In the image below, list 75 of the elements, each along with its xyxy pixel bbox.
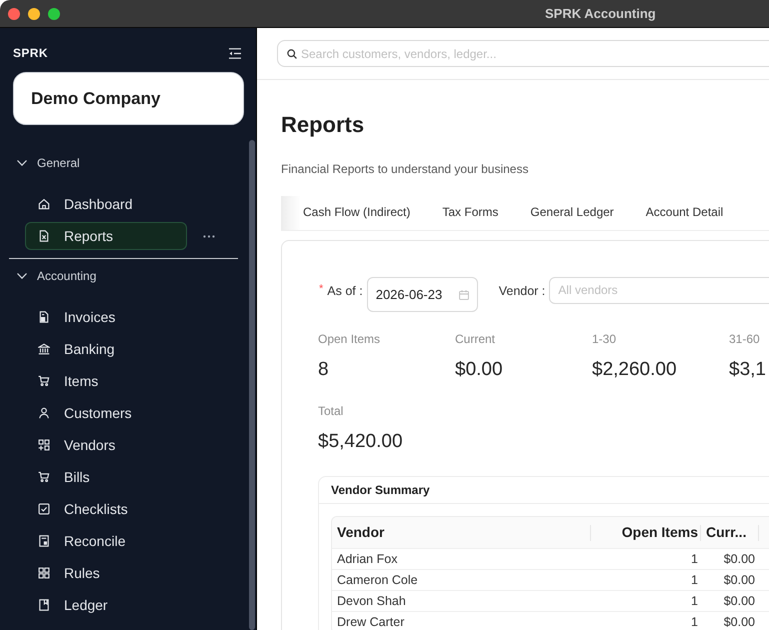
more-icon[interactable] — [203, 234, 215, 238]
maximize-button[interactable] — [48, 8, 60, 20]
nav-item[interactable]: Vendors — [25, 431, 187, 459]
nav-item[interactable]: Items — [25, 367, 187, 395]
tab[interactable]: Account Detail — [630, 196, 740, 230]
file-icon — [38, 230, 50, 242]
file-icon — [38, 311, 50, 323]
table-cell-text: $0.00 — [722, 572, 756, 589]
nav-item[interactable]: Ledger — [25, 591, 187, 619]
group-header[interactable]: General — [0, 151, 256, 175]
column-header[interactable]: Curr... — [701, 517, 759, 548]
minimize-button[interactable] — [28, 8, 40, 20]
user-icon — [38, 407, 50, 419]
column-header[interactable]: Open Items — [591, 517, 701, 548]
close-button[interactable] — [8, 8, 20, 20]
cart-icon — [38, 375, 50, 387]
nav-item[interactable]: Customers — [25, 399, 187, 427]
field-label: As of : — [327, 283, 363, 300]
nav-item[interactable]: Banking — [25, 335, 187, 363]
search-icon — [287, 48, 297, 58]
table-cell-text: Adrian Fox — [336, 551, 398, 568]
scrollbar-thumb[interactable] — [249, 140, 255, 630]
nav-item[interactable]: Checklists — [25, 495, 187, 523]
table-cell-text: $0.00 — [722, 593, 756, 610]
app-brand: SPRK — [13, 46, 48, 60]
table-cell-text: 1 — [690, 593, 699, 610]
bank-icon — [38, 343, 50, 355]
card-title: Vendor Summary — [331, 483, 430, 497]
date-field[interactable]: 2026-06-23 — [366, 277, 478, 312]
tab[interactable]: General Ledger — [514, 196, 630, 230]
table-cell-text: Devon Shah — [336, 593, 407, 610]
home-icon — [38, 198, 50, 210]
nav-item[interactable]: Reports — [25, 222, 187, 250]
page-title: Reports — [281, 111, 366, 139]
nav-item[interactable]: Invoices — [25, 303, 187, 331]
page-subtitle: Financial Reports to understand your business — [281, 161, 530, 177]
column-header[interactable]: Vendor — [332, 517, 591, 548]
nav-item[interactable]: Reconcile — [25, 527, 187, 555]
cart-icon — [38, 471, 50, 483]
table-cell-text: Cameron Cole — [336, 572, 419, 589]
nav-item[interactable]: Rules — [25, 559, 187, 587]
grid-icon — [38, 567, 50, 579]
required-mark: * — [319, 282, 324, 297]
company-button[interactable]: Demo Company — [13, 72, 244, 125]
document-icon — [38, 535, 50, 547]
table-cell-text: 1 — [690, 614, 699, 630]
table-cell-text: $0.00 — [722, 551, 756, 568]
check-square-icon — [38, 503, 50, 515]
window-title: SPRK Accounting — [545, 6, 656, 21]
nav-item[interactable]: Bills — [25, 463, 187, 491]
field-label: Vendor : — [498, 283, 546, 300]
stat-value: 8 — [318, 358, 329, 382]
stat-label: Current — [455, 331, 496, 347]
table-cell-text: 1 — [690, 572, 699, 589]
menu-fold-icon[interactable] — [229, 48, 241, 58]
stat-value: $5,420.00 — [318, 430, 403, 454]
chevron-down-icon — [17, 273, 27, 279]
apps-icon — [38, 439, 50, 451]
stat-value: $0.00 — [455, 358, 503, 382]
stat-label: 1-30 — [592, 331, 616, 347]
stat-value: $2,260.00 — [592, 358, 677, 382]
tab[interactable]: Cash Flow (Indirect) — [287, 196, 426, 230]
nav-item[interactable]: Dashboard — [25, 190, 187, 218]
group-header[interactable]: Accounting — [0, 264, 256, 288]
stat-value: $3,1 — [729, 358, 766, 382]
table-cell-text: 1 — [690, 551, 699, 568]
chevron-down-icon — [17, 160, 27, 166]
table-cell-text: $0.00 — [722, 614, 756, 630]
calendar-icon — [458, 290, 469, 300]
stat-label: Open Items — [318, 331, 380, 347]
table-cell-text: Drew Carter — [336, 614, 406, 630]
book-icon — [38, 599, 50, 611]
tab[interactable]: Tax Forms — [426, 196, 514, 230]
stat-label: 31-60 — [729, 331, 760, 347]
stat-label: Total — [318, 403, 344, 419]
